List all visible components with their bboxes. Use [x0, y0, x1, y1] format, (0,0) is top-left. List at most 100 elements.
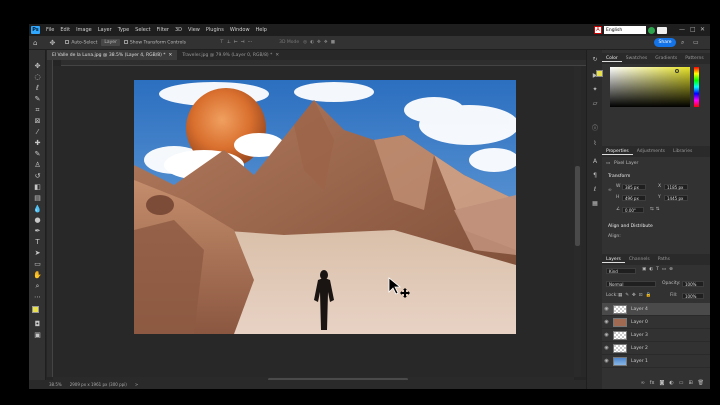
3d-tool-icons[interactable]: ◎◐✥❖■: [303, 40, 338, 45]
home-icon[interactable]: ⌂: [33, 39, 37, 47]
link-layers-icon[interactable]: ∞: [641, 380, 645, 386]
layer-row[interactable]: ◉ Layer 4: [602, 303, 710, 316]
tab-channels[interactable]: Channels: [625, 257, 654, 262]
visibility-eye-icon[interactable]: ◉: [602, 319, 611, 325]
menu-view[interactable]: View: [185, 27, 203, 33]
lasso-tool-icon[interactable]: ℓ: [33, 84, 42, 93]
layer-name[interactable]: Layer 3: [631, 333, 648, 338]
layer-dropdown[interactable]: Layer: [101, 39, 120, 46]
menu-edit[interactable]: Edit: [57, 27, 73, 33]
lock-icons[interactable]: ▦✎✥⊡🔒: [618, 293, 654, 298]
screen-mode-icon[interactable]: ▣: [33, 331, 42, 340]
marquee-tool-icon[interactable]: ◌: [33, 73, 42, 82]
tab-color[interactable]: Color: [602, 56, 622, 62]
menu-type[interactable]: Type: [115, 27, 132, 33]
visibility-eye-icon[interactable]: ◉: [602, 332, 611, 338]
menu-window[interactable]: Window: [227, 27, 253, 33]
layer-filter-icons[interactable]: ▣◐T▭⊕: [642, 267, 676, 272]
close-icon[interactable]: ✕: [700, 26, 705, 33]
history-icon[interactable]: ↻: [591, 56, 599, 64]
visibility-eye-icon[interactable]: ◉: [602, 306, 611, 312]
close-tab-icon[interactable]: ✕: [275, 53, 279, 58]
layer-row[interactable]: ◉ Layer 0: [602, 316, 710, 329]
auto-select-checkbox[interactable]: Auto-Select: [65, 39, 97, 45]
vertical-scrollbar[interactable]: [574, 66, 581, 377]
hand-tool-icon[interactable]: ✋: [33, 271, 42, 280]
vertical-scroll-thumb[interactable]: [575, 166, 580, 246]
kind-filter-dropdown[interactable]: Kind: [606, 268, 636, 274]
visibility-eye-icon[interactable]: ◉: [602, 345, 611, 351]
color-picker-field[interactable]: [610, 67, 690, 107]
close-tab-icon[interactable]: ✕: [169, 53, 173, 58]
tab-traveler[interactable]: Traveler.jpg @ 79.9% (Layer 0, RGB/8) * …: [177, 50, 285, 60]
blur-tool-icon[interactable]: 💧: [33, 205, 42, 214]
path-select-icon[interactable]: ➤: [33, 249, 42, 258]
brush-settings-icon[interactable]: ⌇: [591, 140, 599, 148]
adjustment-layer-icon[interactable]: ◐: [669, 380, 673, 386]
link-icon[interactable]: ∞: [608, 188, 612, 193]
layer-name[interactable]: Layer 1: [631, 359, 648, 364]
pen-tool-icon[interactable]: ✒: [33, 227, 42, 236]
x-field[interactable]: 1185 px: [664, 184, 688, 190]
minimize-icon[interactable]: —: [679, 26, 685, 33]
frame-tool-icon[interactable]: ⊠: [33, 117, 42, 126]
flip-icons[interactable]: ⇆⇅: [650, 207, 662, 212]
new-group-icon[interactable]: ▭: [679, 380, 684, 386]
comments-icon[interactable]: ▱: [591, 100, 599, 108]
move-tool-icon[interactable]: ✥: [33, 62, 42, 71]
share-button[interactable]: Share: [654, 38, 676, 47]
search-icon[interactable]: ⌕: [681, 39, 684, 47]
visibility-eye-icon[interactable]: ◉: [602, 358, 611, 364]
tab-properties[interactable]: Properties: [602, 149, 633, 155]
tab-gradients[interactable]: Gradients: [651, 56, 681, 61]
layer-row[interactable]: ◉ Layer 1: [602, 355, 710, 368]
tab-valle-de-la-luna[interactable]: El Valle de la Luna.jpg @ 38.5% (Layer 4…: [47, 50, 178, 60]
tab-patterns[interactable]: Patterns: [681, 56, 708, 61]
document-canvas[interactable]: [134, 80, 516, 334]
eyedropper-icon[interactable]: ⁄: [33, 128, 42, 137]
width-field[interactable]: 385 px: [622, 184, 646, 190]
eraser-tool-icon[interactable]: ◧: [33, 183, 42, 192]
add-mask-icon[interactable]: ◙: [659, 380, 664, 386]
trash-icon[interactable]: 🗑: [698, 380, 704, 386]
zoom-tool-icon[interactable]: ⌕: [33, 282, 42, 291]
menu-layer[interactable]: Layer: [95, 27, 115, 33]
maximize-icon[interactable]: □: [690, 26, 696, 33]
menu-file[interactable]: File: [43, 27, 57, 33]
move-tool-icon[interactable]: ✥: [49, 39, 55, 47]
stamp-tool-icon[interactable]: ♙: [33, 161, 42, 170]
tab-layers[interactable]: Layers: [602, 257, 625, 263]
tab-swatches[interactable]: Swatches: [622, 56, 652, 61]
layer-row[interactable]: ◉ Layer 2: [602, 342, 710, 355]
more-tools-icon[interactable]: ⋯: [33, 293, 42, 302]
shape-tool-icon[interactable]: ▭: [33, 260, 42, 269]
menu-3d[interactable]: 3D: [172, 27, 185, 33]
tab-adjustments[interactable]: Adjustments: [633, 149, 669, 154]
menu-image[interactable]: Image: [73, 27, 95, 33]
transform-controls-checkbox[interactable]: Show Transform Controls: [123, 39, 186, 45]
blend-mode-dropdown[interactable]: Normal: [606, 281, 656, 287]
menu-help[interactable]: Help: [253, 27, 270, 33]
y-field[interactable]: 1445 px: [664, 195, 688, 201]
foreground-color-swatch[interactable]: [32, 306, 39, 313]
workspace-icon[interactable]: ▭: [693, 39, 699, 46]
crop-tool-icon[interactable]: ⌗: [33, 106, 42, 115]
history-brush-icon[interactable]: ↺: [33, 172, 42, 181]
status-arrow[interactable]: >: [135, 382, 138, 387]
height-field[interactable]: 496 px: [622, 195, 646, 201]
paragraph-icon[interactable]: ¶: [591, 172, 599, 180]
fill-field[interactable]: 100%: [682, 293, 704, 299]
angle-field[interactable]: 0.00°: [622, 207, 644, 213]
layer-name[interactable]: Layer 2: [631, 346, 648, 351]
align-icons[interactable]: ⊤⊥⊢⊣⋯: [220, 40, 255, 45]
character-icon[interactable]: A: [591, 158, 599, 166]
language-dropdown[interactable]: English: [604, 26, 646, 34]
fx-icon[interactable]: fx: [650, 380, 655, 386]
new-layer-icon[interactable]: ⊞: [688, 380, 692, 386]
layer-row[interactable]: ◉ Layer 3: [602, 329, 710, 342]
gradient-tool-icon[interactable]: ▤: [33, 194, 42, 203]
opacity-field[interactable]: 100%: [682, 281, 704, 287]
healing-brush-icon[interactable]: ✚: [33, 139, 42, 148]
layer-name[interactable]: Layer 4: [631, 307, 648, 312]
learn-icon[interactable]: ✦: [591, 86, 599, 94]
